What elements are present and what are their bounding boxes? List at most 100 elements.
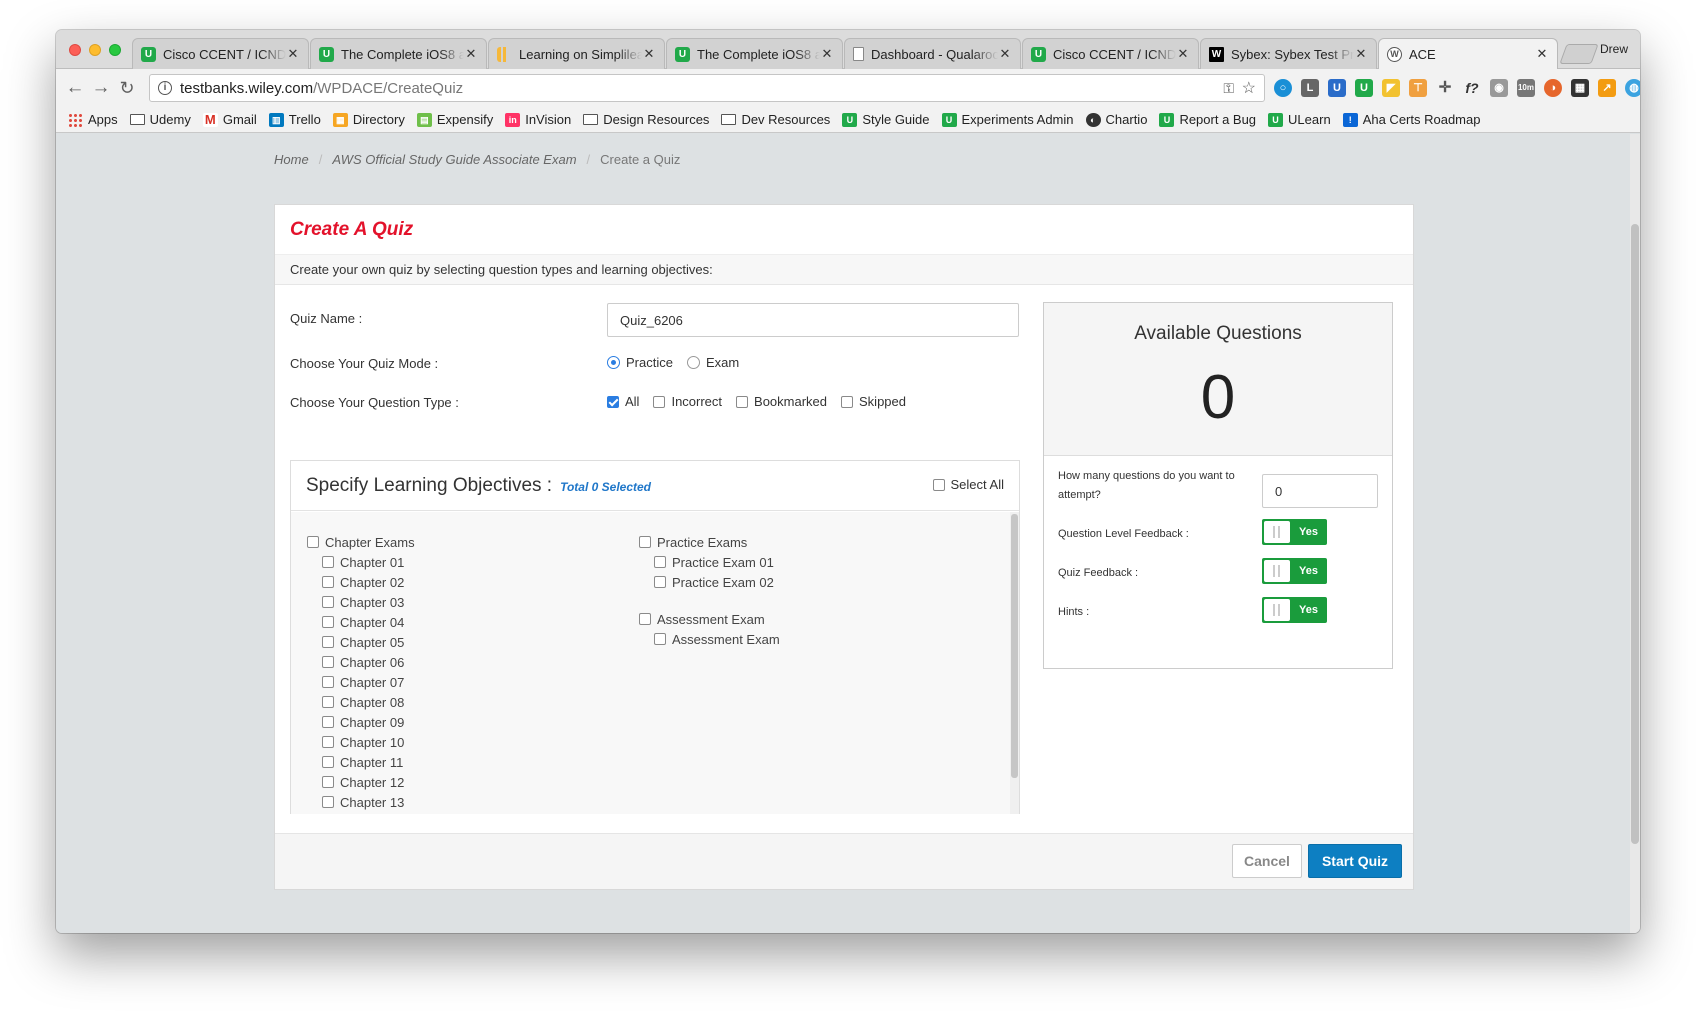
- quiz-name-input[interactable]: [607, 303, 1019, 337]
- chapter-checkbox[interactable]: [322, 676, 334, 688]
- chapter-item[interactable]: Chapter 05: [307, 632, 415, 652]
- function-icon[interactable]: f?: [1463, 79, 1481, 97]
- tab-simplilearn[interactable]: Learning on Simplilearn ✕: [488, 38, 665, 69]
- mode-exam-option[interactable]: Exam: [686, 355, 739, 370]
- chapter-checkbox[interactable]: [322, 656, 334, 668]
- reload-icon[interactable]: ↻: [116, 77, 138, 99]
- tab-ace[interactable]: W ACE ✕: [1378, 38, 1558, 69]
- select-all-checkbox[interactable]: [932, 478, 945, 491]
- assessment-exam-checkbox[interactable]: [654, 633, 666, 645]
- udemy-icon[interactable]: U: [1355, 79, 1373, 97]
- profile-name[interactable]: Drew: [1600, 42, 1628, 56]
- bookmark-invision[interactable]: in InVision: [505, 112, 571, 127]
- all-checkbox[interactable]: [607, 395, 619, 408]
- select-all-option[interactable]: Select All: [932, 477, 1004, 492]
- close-icon[interactable]: ✕: [464, 46, 478, 62]
- bookmark-expensify[interactable]: ▤ Expensify: [416, 112, 493, 127]
- move-icon[interactable]: ✛: [1436, 79, 1454, 97]
- group-checkbox[interactable]: [639, 613, 651, 625]
- chapter-item[interactable]: Chapter 10: [307, 732, 415, 752]
- bookmark-chartio[interactable]: ◐ Chartio: [1085, 112, 1147, 127]
- breadcrumb-course[interactable]: AWS Official Study Guide Associate Exam: [332, 152, 576, 167]
- extension-icon[interactable]: U: [1328, 79, 1346, 97]
- bookmark-aha-certs[interactable]: ! Aha Certs Roadmap: [1342, 112, 1480, 127]
- chapter-item[interactable]: Chapter 13: [307, 792, 415, 812]
- chapter-checkbox[interactable]: [322, 556, 334, 568]
- bookmarked-checkbox[interactable]: [736, 395, 749, 408]
- address-bar[interactable]: i testbanks.wiley.com/WPDACE/CreateQuiz …: [149, 74, 1265, 102]
- close-icon[interactable]: ✕: [1176, 46, 1190, 62]
- close-icon[interactable]: ✕: [642, 46, 656, 62]
- chapter-item[interactable]: Chapter 02: [307, 572, 415, 592]
- exam-radio[interactable]: [686, 356, 700, 369]
- start-quiz-button[interactable]: Start Quiz: [1308, 844, 1402, 878]
- bookmark-udemy[interactable]: Udemy: [129, 112, 191, 127]
- tab-sybex[interactable]: W Sybex: Sybex Test Prep✕: [1200, 38, 1377, 69]
- type-all-option[interactable]: All: [607, 394, 639, 409]
- chapter-checkbox[interactable]: [322, 636, 334, 648]
- practice-exam-checkbox[interactable]: [654, 556, 666, 568]
- bookmark-style-guide[interactable]: U Style Guide: [842, 112, 930, 127]
- assessment-exam-item[interactable]: Assessment Exam: [639, 629, 780, 649]
- skipped-checkbox[interactable]: [841, 395, 854, 408]
- bookmark-trello[interactable]: ▥ Trello: [268, 112, 321, 127]
- chapter-checkbox[interactable]: [322, 696, 334, 708]
- bookmark-directory[interactable]: ▦ Directory: [332, 112, 405, 127]
- new-tab-button[interactable]: [1559, 44, 1599, 64]
- objectives-scrollbar[interactable]: [1010, 512, 1019, 814]
- tab-dashboard-qualaroo[interactable]: Dashboard - Qualaroo ✕: [844, 38, 1021, 69]
- extension-icon[interactable]: ⊤: [1409, 79, 1427, 97]
- tab-cisco-ccent-2[interactable]: U Cisco CCENT / ICND1 ✕: [1022, 38, 1199, 69]
- close-window-button[interactable]: [69, 44, 81, 56]
- chapter-item[interactable]: Chapter 08: [307, 692, 415, 712]
- bookmark-design-resources[interactable]: Design Resources: [583, 112, 709, 127]
- minimize-window-button[interactable]: [89, 44, 101, 56]
- extension-icon[interactable]: ◤: [1382, 79, 1400, 97]
- quiz-feedback-toggle[interactable]: Yes: [1262, 558, 1327, 584]
- chapter-item[interactable]: Chapter 01: [307, 552, 415, 572]
- practice-exam-item[interactable]: Practice Exam 02: [639, 572, 780, 592]
- bookmark-experiments-admin[interactable]: U Experiments Admin: [941, 112, 1074, 127]
- assessment-exam-group[interactable]: Assessment Exam: [639, 609, 780, 629]
- close-icon[interactable]: ✕: [1354, 46, 1368, 62]
- bookmark-ulearn[interactable]: U ULearn: [1268, 112, 1331, 127]
- practice-exam-item[interactable]: Practice Exam 01: [639, 552, 780, 572]
- breadcrumb-home[interactable]: Home: [274, 152, 309, 167]
- chapter-item[interactable]: Chapter 07: [307, 672, 415, 692]
- group-checkbox[interactable]: [639, 536, 651, 548]
- chapter-checkbox[interactable]: [322, 796, 334, 808]
- bookmark-report-bug[interactable]: U Report a Bug: [1159, 112, 1256, 127]
- chapter-item[interactable]: Chapter 06: [307, 652, 415, 672]
- tab-complete-ios8-2[interactable]: U The Complete iOS8 and✕: [666, 38, 843, 69]
- key-icon[interactable]: ⚿: [1223, 80, 1234, 97]
- back-arrow-icon[interactable]: ←: [64, 77, 86, 99]
- group-checkbox[interactable]: [307, 536, 319, 548]
- scrollbar-thumb[interactable]: [1631, 224, 1639, 844]
- chapter-checkbox[interactable]: [322, 736, 334, 748]
- practice-exam-checkbox[interactable]: [654, 576, 666, 588]
- chart-icon[interactable]: ↗: [1598, 79, 1616, 97]
- incorrect-checkbox[interactable]: [653, 395, 666, 408]
- chapter-item[interactable]: Chapter 11: [307, 752, 415, 772]
- practice-exams-group[interactable]: Practice Exams: [639, 532, 780, 552]
- bookmark-dev-resources[interactable]: Dev Resources: [721, 112, 830, 127]
- close-icon[interactable]: ✕: [998, 46, 1012, 62]
- lastpass-icon[interactable]: L: [1301, 79, 1319, 97]
- bookmark-star-icon[interactable]: ☆: [1242, 78, 1256, 98]
- question-feedback-toggle[interactable]: Yes: [1262, 519, 1327, 545]
- page-scrollbar[interactable]: [1630, 134, 1640, 933]
- type-bookmarked-option[interactable]: Bookmarked: [736, 394, 827, 409]
- chapter-item[interactable]: Chapter 12: [307, 772, 415, 792]
- chapter-checkbox[interactable]: [322, 576, 334, 588]
- maximize-window-button[interactable]: [109, 44, 121, 56]
- globe-icon[interactable]: ◍: [1625, 79, 1640, 97]
- tab-cisco-ccent[interactable]: U Cisco CCENT / ICND1 ✕: [132, 38, 309, 69]
- mode-practice-option[interactable]: Practice: [607, 355, 673, 370]
- extension-icon[interactable]: ○: [1274, 79, 1292, 97]
- chapter-item[interactable]: Chapter 09: [307, 712, 415, 732]
- timer-icon[interactable]: 10m: [1517, 79, 1535, 97]
- chapter-exams-group[interactable]: Chapter Exams: [307, 532, 415, 552]
- chapter-checkbox[interactable]: [322, 756, 334, 768]
- chapter-item[interactable]: Chapter 04: [307, 612, 415, 632]
- type-skipped-option[interactable]: Skipped: [841, 394, 906, 409]
